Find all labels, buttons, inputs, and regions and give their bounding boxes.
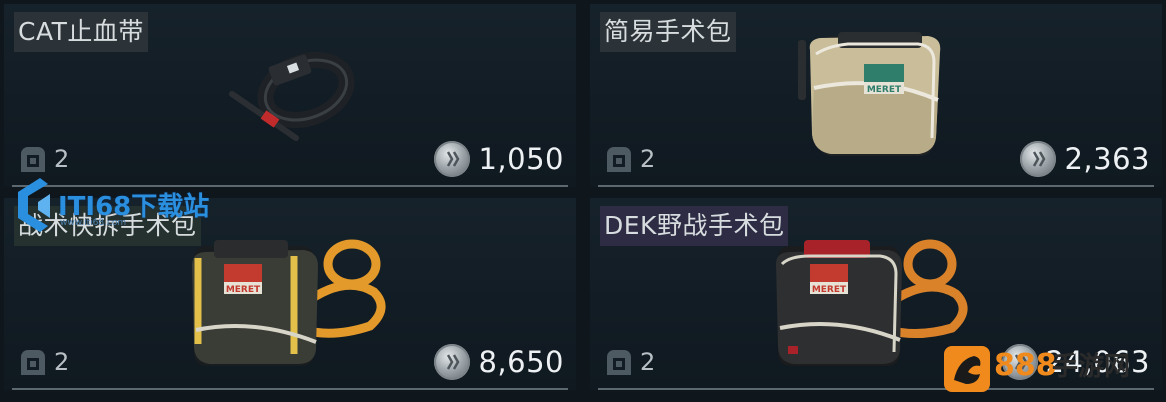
item-card-cat-tourniquet[interactable]: CAT止血带 2 1,050 (4, 4, 576, 187)
bag-slot-icon (21, 350, 45, 375)
slot-count: 2 (54, 348, 70, 376)
watermark-888: 888 手游网 (942, 340, 1166, 402)
card-divider (598, 185, 1154, 187)
tactical-kit-image: MERET (192, 239, 386, 366)
slot-size: 2 (18, 346, 69, 378)
silver-coin-icon (1020, 141, 1057, 177)
slot-count: 2 (640, 348, 656, 376)
item-price: 8,650 (434, 342, 564, 382)
silver-coin-icon (434, 141, 471, 177)
slot-size: 2 (604, 346, 655, 378)
slot-count: 2 (54, 145, 70, 173)
watermark-left-sub: www.iti68.com (60, 218, 127, 228)
bag-patch-label: MERET (226, 285, 261, 295)
silver-coin-icon (434, 344, 471, 380)
item-price: 1,050 (434, 139, 564, 179)
item-title: DEK野战手术包 (600, 206, 789, 246)
item-title: 简易手术包 (600, 12, 736, 52)
item-price: 2,363 (1020, 139, 1150, 179)
tourniquet-image (229, 52, 355, 141)
item-title: CAT止血带 (14, 12, 148, 52)
watermark-right-number: 888 (994, 348, 1057, 383)
bag-slot-icon (607, 350, 631, 375)
price-value: 8,650 (478, 345, 564, 379)
bag-patch-label: MERET (867, 85, 902, 95)
bag-patch-label: MERET (812, 285, 847, 295)
slot-count: 2 (640, 145, 656, 173)
surgical-kit-image: MERET (798, 32, 941, 156)
price-value: 2,363 (1064, 142, 1150, 176)
bag-slot-icon (607, 147, 631, 172)
dragon-logo-icon (944, 346, 990, 392)
slot-size: 2 (604, 143, 655, 175)
item-card-simple-surgical-kit[interactable]: MERET 简易手术包 2 2,363 (590, 4, 1162, 187)
watermark-right-text: 手游网 (1052, 352, 1131, 382)
watermark-logo-icon (18, 178, 50, 232)
price-value: 1,050 (478, 142, 564, 176)
card-divider (12, 388, 568, 390)
watermark-iti68: ITI68下载站 www.iti68.com (10, 170, 215, 240)
